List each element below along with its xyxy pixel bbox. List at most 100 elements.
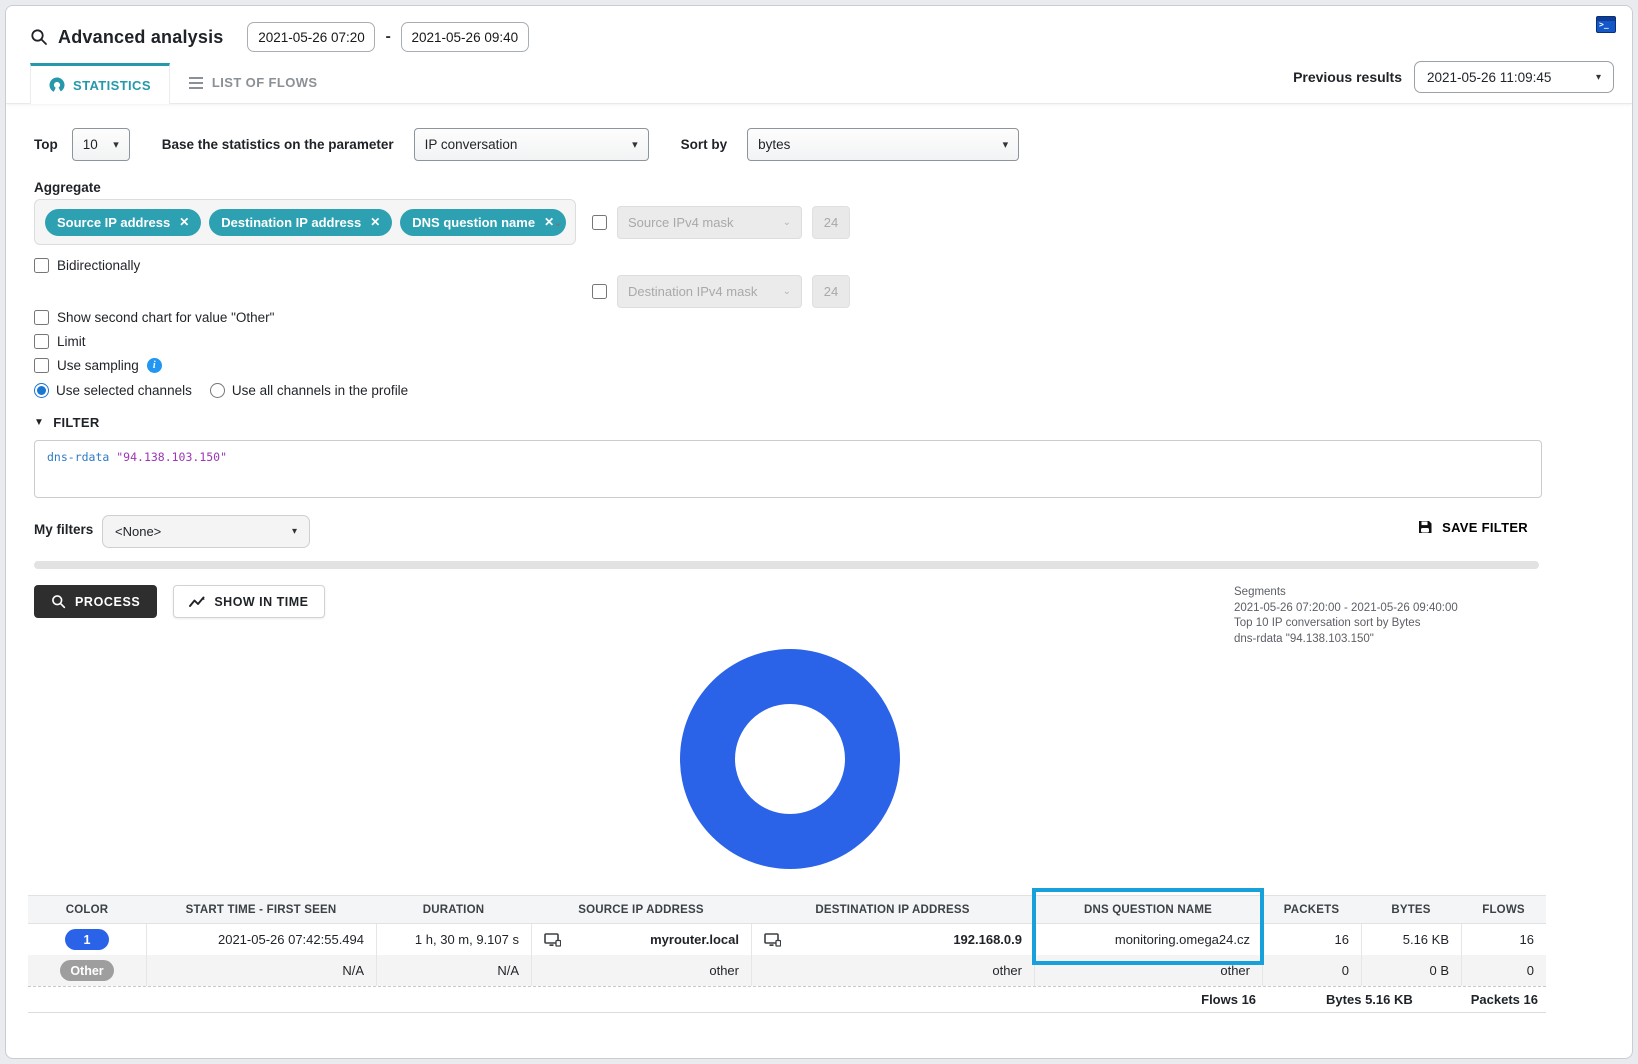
my-filters-select[interactable]: <None> ▾: [102, 515, 310, 548]
all-channels-label: Use all channels in the profile: [232, 383, 408, 398]
list-icon: [188, 76, 204, 90]
info-icon[interactable]: i: [147, 358, 162, 373]
process-button[interactable]: PROCESS: [34, 585, 157, 618]
chevron-down-icon: ⌄: [783, 286, 791, 297]
second-chart-label: Show second chart for value "Other": [57, 310, 274, 325]
header: Advanced analysis - >_ STATISTICS LIST O…: [6, 6, 1632, 104]
previous-results-label: Previous results: [1293, 69, 1402, 85]
bidirectionally-checkbox[interactable]: [34, 258, 49, 273]
source-mask-select: Source IPv4 mask ⌄: [617, 206, 802, 239]
chevron-down-icon: ▾: [292, 526, 297, 537]
param-label: Base the statistics on the parameter: [162, 137, 394, 152]
chip-destination-ip[interactable]: Destination IP address ✕: [209, 209, 392, 236]
donut-chart[interactable]: [680, 649, 900, 869]
donut-chart-icon: [49, 77, 65, 93]
search-icon: [30, 28, 48, 46]
tab-list-of-flows[interactable]: LIST OF FLOWS: [170, 62, 336, 103]
filter-keyword: dns-rdata: [47, 450, 109, 464]
chip-label: DNS question name: [412, 215, 535, 230]
duration-cell: N/A: [376, 955, 531, 986]
param-select[interactable]: IP conversation ▾: [414, 128, 649, 161]
line-chart-icon: [189, 595, 205, 609]
chip-label: Source IP address: [57, 215, 170, 230]
date-to-input[interactable]: [401, 22, 529, 52]
monitor-icon: [764, 933, 781, 947]
footer-bytes: Bytes 5.16 KB: [1326, 992, 1413, 1007]
console-icon[interactable]: >_: [1596, 16, 1616, 33]
all-channels-option: Use all channels in the profile: [210, 383, 408, 398]
filter-input[interactable]: dns-rdata "94.138.103.150": [34, 440, 1542, 498]
table-footer: Flows 16 Bytes 5.16 KB Packets 16: [28, 986, 1546, 1013]
chevron-down-icon: ▾: [1596, 72, 1601, 83]
chevron-down-icon: ▾: [632, 138, 638, 151]
packets-cell: 16: [1262, 924, 1361, 955]
app-window: Advanced analysis - >_ STATISTICS LIST O…: [5, 5, 1633, 1059]
second-chart-checkbox[interactable]: [34, 310, 49, 325]
close-icon[interactable]: ✕: [370, 215, 380, 229]
top-select[interactable]: 10 ▾: [72, 128, 130, 161]
sort-select[interactable]: bytes ▾: [747, 128, 1019, 161]
destination-mask-checkbox[interactable]: [592, 284, 607, 299]
col-packets: PACKETS: [1262, 904, 1361, 916]
use-sampling-label: Use sampling: [57, 358, 139, 373]
all-channels-radio[interactable]: [210, 383, 225, 398]
tab-statistics[interactable]: STATISTICS: [30, 63, 170, 104]
source-ip-cell: other: [531, 955, 751, 986]
previous-results: Previous results 2021-05-26 11:09:45 ▾: [1293, 61, 1614, 93]
close-icon[interactable]: ✕: [179, 215, 189, 229]
previous-results-select[interactable]: 2021-05-26 11:09:45 ▾: [1414, 61, 1614, 93]
aggregate-chips-box[interactable]: Source IP address ✕ Destination IP addre…: [34, 199, 576, 245]
title-row: Advanced analysis -: [6, 6, 1632, 52]
second-chart-row: Show second chart for value "Other": [34, 307, 1632, 327]
show-in-time-button[interactable]: SHOW IN TIME: [173, 585, 324, 618]
my-filters-row: My filters <None> ▾ SAVE FILTER: [6, 515, 1632, 549]
aggregate-label: Aggregate: [34, 180, 1632, 195]
search-icon: [51, 594, 66, 609]
my-filters-label: My filters: [34, 522, 93, 537]
main-content: Top 10 ▾ Base the statistics on the para…: [6, 126, 1632, 1059]
footer-packets: Packets 16: [1471, 992, 1538, 1007]
destination-host: 192.168.0.9: [953, 932, 1022, 947]
channels-radio-row: Use selected channels Use all channels i…: [34, 380, 1632, 400]
use-sampling-row: Use sampling i: [34, 355, 1632, 375]
destination-mask-label: Destination IPv4 mask: [628, 284, 757, 299]
date-from-input[interactable]: [247, 22, 375, 52]
chip-source-ip[interactable]: Source IP address ✕: [45, 209, 201, 236]
controls-row: Top 10 ▾ Base the statistics on the para…: [34, 126, 1632, 162]
flows-cell: 0: [1461, 955, 1546, 986]
chip-dns-question[interactable]: DNS question name ✕: [400, 209, 566, 236]
filter-section-toggle[interactable]: ▼ FILTER: [34, 415, 1632, 430]
color-cell: 1: [28, 924, 146, 955]
filter-value: "94.138.103.150": [116, 450, 227, 464]
save-icon: [1417, 519, 1433, 535]
footer-flows: Flows 16: [1201, 992, 1256, 1007]
color-cell: Other: [28, 955, 146, 986]
packets-cell: 0: [1262, 955, 1361, 986]
chip-label: Destination IP address: [221, 215, 361, 230]
source-mask-checkbox[interactable]: [592, 215, 607, 230]
process-label: PROCESS: [75, 595, 140, 609]
chevron-down-icon: ▾: [1003, 138, 1009, 151]
col-duration: DURATION: [376, 904, 531, 916]
save-filter-button[interactable]: SAVE FILTER: [1417, 519, 1528, 535]
top-label: Top: [34, 137, 58, 152]
selected-channels-radio[interactable]: [34, 383, 49, 398]
flows-cell: 16: [1461, 924, 1546, 955]
use-sampling-checkbox[interactable]: [34, 358, 49, 373]
series-badge: 1: [65, 929, 109, 950]
top-select-value: 10: [83, 137, 98, 152]
segments-summary: Segments 2021-05-26 07:20:00 - 2021-05-2…: [1234, 585, 1458, 647]
segments-range: 2021-05-26 07:20:00 - 2021-05-26 09:40:0…: [1234, 601, 1458, 617]
limit-checkbox[interactable]: [34, 334, 49, 349]
source-host: myrouter.local: [650, 932, 739, 947]
col-bytes: BYTES: [1361, 904, 1461, 916]
segments-title: Segments: [1234, 585, 1458, 601]
bidirectionally-row: Bidirectionally: [34, 255, 1632, 275]
monitor-icon: [544, 933, 561, 947]
sort-select-value: bytes: [758, 137, 790, 152]
chevron-down-icon[interactable]: ⌄: [553, 215, 563, 229]
destination-mask-select: Destination IPv4 mask ⌄: [617, 275, 802, 308]
destination-mask-group: Destination IPv4 mask ⌄ 24: [592, 275, 850, 308]
dns-question-cell: monitoring.omega24.cz: [1034, 924, 1262, 955]
limit-label: Limit: [57, 334, 86, 349]
